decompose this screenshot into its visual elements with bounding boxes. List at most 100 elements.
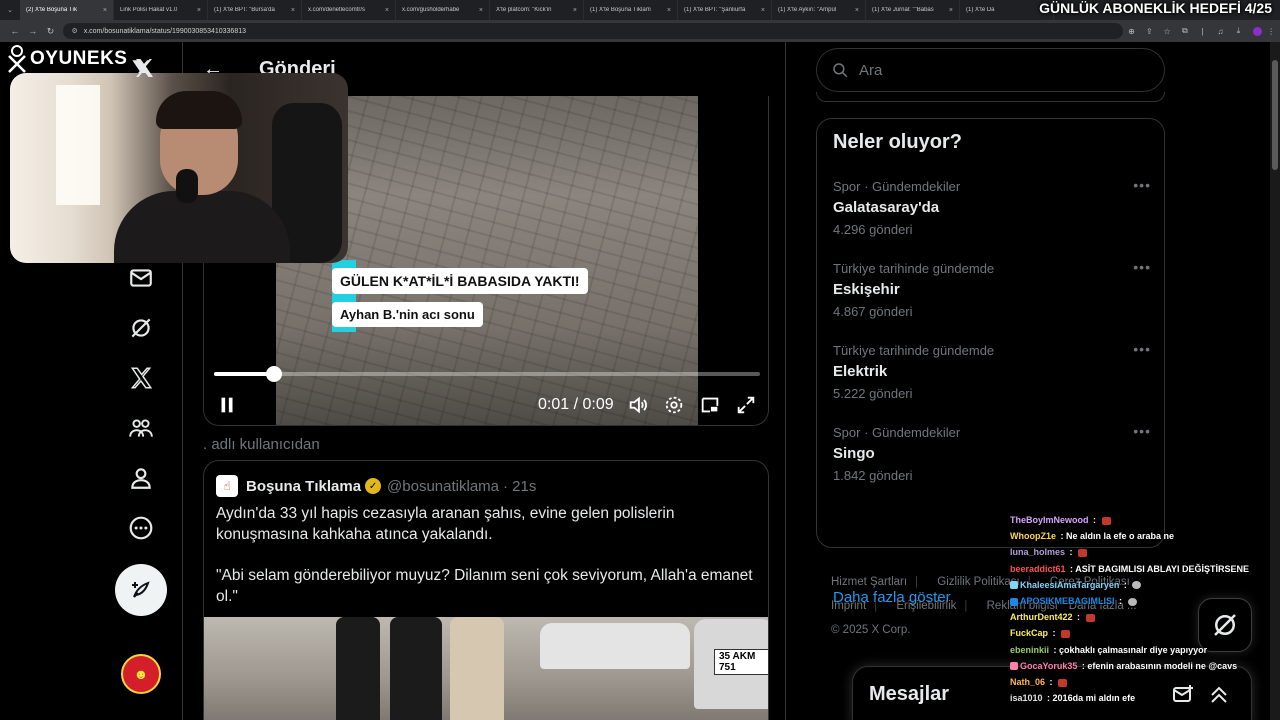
quoted-post[interactable]: ☝ Boşuna Tıklama ✓ @bosunatiklama · 21s …	[203, 460, 769, 720]
pip-icon[interactable]	[699, 392, 721, 418]
quoted-post-paragraph-1: Aydın'da 33 yıl hapis cezasıyla aranan ş…	[216, 505, 675, 543]
extensions-icon[interactable]: ⧉	[1176, 26, 1194, 36]
more-dots-icon[interactable]: •••	[1133, 341, 1151, 357]
trends-panel: Neler oluyor? Spor · Gündemdekiler Galat…	[816, 118, 1165, 606]
chat-username: KhaleesiAmaTargaryen	[1020, 579, 1120, 590]
scrollbar[interactable]	[1270, 42, 1280, 720]
share-icon[interactable]: ⇪	[1140, 27, 1158, 36]
site-info-icon[interactable]: ⚙	[71, 27, 77, 35]
more-dots-icon[interactable]: •••	[1133, 423, 1151, 439]
tab-close-icon[interactable]: ×	[949, 7, 953, 14]
tab-close-icon[interactable]: ×	[573, 7, 577, 14]
browser-tab[interactable]: (1) X'te BPT: "Şanlıurfa ×	[678, 0, 772, 20]
browser-tab[interactable]: (1) X'te Jurnal: ""Babas ×	[866, 0, 960, 20]
browser-tab[interactable]: x.com/denetlecomtr/s ×	[302, 0, 396, 20]
copyright: © 2025 X Corp.	[831, 624, 911, 636]
trend-item[interactable]: Türkiye tarihinde gündemde Eskişehir 4.8…	[833, 259, 1151, 331]
account-avatar[interactable]: ☻	[121, 654, 161, 694]
download-icon[interactable]: ⤓	[1229, 26, 1247, 36]
chat-username: Nath_06	[1010, 677, 1046, 688]
chat-username: TheBoyImNewood	[1010, 515, 1089, 525]
post-button[interactable]	[115, 564, 167, 616]
chat-separator: :	[1050, 628, 1059, 639]
browser-menu-icon[interactable]: ⋮	[1262, 27, 1280, 36]
trend-name: Eskişehir	[833, 281, 900, 298]
chat-separator: :	[1121, 579, 1130, 590]
chat-badge-icon	[1010, 597, 1018, 606]
chat-text: Ne aldın la efe o araba ne	[1066, 531, 1175, 542]
footer-link[interactable]: Erişilebilirlik	[896, 600, 956, 612]
image-person-3	[450, 617, 504, 720]
chat-separator: :	[1116, 596, 1125, 607]
volume-icon[interactable]	[627, 392, 649, 418]
webcam-overlay	[10, 73, 348, 263]
chat-username: isa1010	[1010, 693, 1043, 704]
tab-close-icon[interactable]: ×	[103, 7, 107, 14]
divider-icon: |	[1201, 26, 1204, 36]
chat-username: ArthurDent422	[1010, 612, 1073, 623]
quoted-author-avatar[interactable]: ☝	[216, 475, 238, 497]
profile-avatar-icon[interactable]	[1253, 26, 1263, 36]
bookmark-star-icon[interactable]: ☆	[1158, 27, 1176, 36]
more-dots-icon[interactable]: •••	[1133, 177, 1151, 193]
browser-tab[interactable]: Link Polisi Hakat v1.0 ×	[114, 0, 208, 20]
footer-link[interactable]: Hizmet Şartları	[831, 576, 907, 588]
trend-count: 1.842 gönderi	[833, 468, 913, 483]
grok-icon[interactable]	[115, 308, 167, 348]
chat-username: beeraddict61	[1010, 563, 1066, 574]
quoted-post-image[interactable]: 35 AKM 751	[204, 617, 768, 720]
zoom-icon[interactable]: ⊕	[1123, 27, 1141, 36]
settings-icon[interactable]	[663, 392, 685, 418]
pause-icon[interactable]	[216, 392, 238, 418]
chat-separator: :	[1047, 677, 1056, 688]
trend-item[interactable]: Spor · Gündemdekiler Singo 1.842 gönderi…	[833, 423, 1151, 495]
scrollbar-thumb[interactable]	[1272, 60, 1278, 170]
search-input[interactable]: Ara	[816, 48, 1165, 92]
browser-tab-label: x.com/denetlecomtr/s	[308, 7, 366, 13]
browser-tab[interactable]: (1) X'te BPT: "Bursa'da ×	[208, 0, 302, 20]
video-progress-handle[interactable]	[266, 366, 283, 382]
browser-tab[interactable]: (1) X'te Aykırı: "Ampül ×	[772, 0, 866, 20]
tab-close-icon[interactable]: ×	[385, 7, 389, 14]
mail-icon[interactable]	[115, 258, 167, 298]
url-bar[interactable]: ⚙ x.com/bosunatiklama/status/19900308534…	[63, 23, 1123, 39]
forward-nav-icon[interactable]: →	[24, 26, 42, 36]
trend-name: Singo	[833, 445, 875, 462]
browser-tab[interactable]: X'te platcom: "Kick'in ×	[490, 0, 584, 20]
footer-link[interactable]: Gizlilik Politikası	[937, 576, 1019, 588]
tab-close-icon[interactable]: ×	[479, 7, 483, 14]
trend-context: Spor · Gündemdekiler	[833, 179, 961, 194]
chat-emote-icon	[1061, 630, 1071, 639]
fullscreen-icon[interactable]	[735, 392, 757, 418]
trend-item[interactable]: Spor · Gündemdekiler Galatasaray'da 4.29…	[833, 177, 1151, 249]
chat-emote-icon	[1078, 549, 1088, 558]
tab-close-icon[interactable]: ×	[855, 7, 859, 14]
image-car-1	[540, 623, 690, 669]
footer-link[interactable]: Imprint	[831, 600, 866, 612]
tab-close-icon[interactable]: ×	[197, 7, 201, 14]
tab-close-icon[interactable]: ×	[667, 7, 671, 14]
trend-name: Galatasaray'da	[833, 199, 940, 216]
tab-close-icon[interactable]: ×	[761, 7, 765, 14]
chat-username: FuckCap	[1010, 628, 1049, 639]
back-nav-icon[interactable]: ←	[6, 26, 24, 36]
browser-tab-label: (1) X'te BPT: "Şanlıurfa	[684, 7, 746, 13]
trend-item[interactable]: Türkiye tarihinde gündemde Elektrik 5.22…	[833, 341, 1151, 413]
video-progress-bar[interactable]	[214, 366, 760, 382]
communities-icon[interactable]	[115, 408, 167, 448]
tab-search-icon[interactable]: ⌄	[0, 0, 20, 20]
browser-tab[interactable]: x.com/gusholderhabe ×	[396, 0, 490, 20]
chat-separator: :	[1074, 612, 1083, 623]
tab-close-icon[interactable]: ×	[291, 7, 295, 14]
more-dots-icon[interactable]: •••	[1133, 259, 1151, 275]
media-icon[interactable]: ♫	[1212, 27, 1230, 36]
browser-tab[interactable]: (1) X'te Boşuna Tıklam ×	[584, 0, 678, 20]
browser-tab[interactable]: (2) X'te Boşuna Tık ×	[20, 0, 114, 20]
reload-icon[interactable]: ↻	[42, 26, 60, 37]
chat-badge-icon	[1010, 662, 1018, 671]
quoted-author-name[interactable]: Boşuna Tıklama	[246, 478, 361, 495]
image-plate: 35 AKM 751	[714, 649, 768, 675]
profile-icon[interactable]	[115, 458, 167, 498]
more-icon[interactable]	[115, 508, 167, 548]
x-premium-icon[interactable]	[115, 358, 167, 398]
